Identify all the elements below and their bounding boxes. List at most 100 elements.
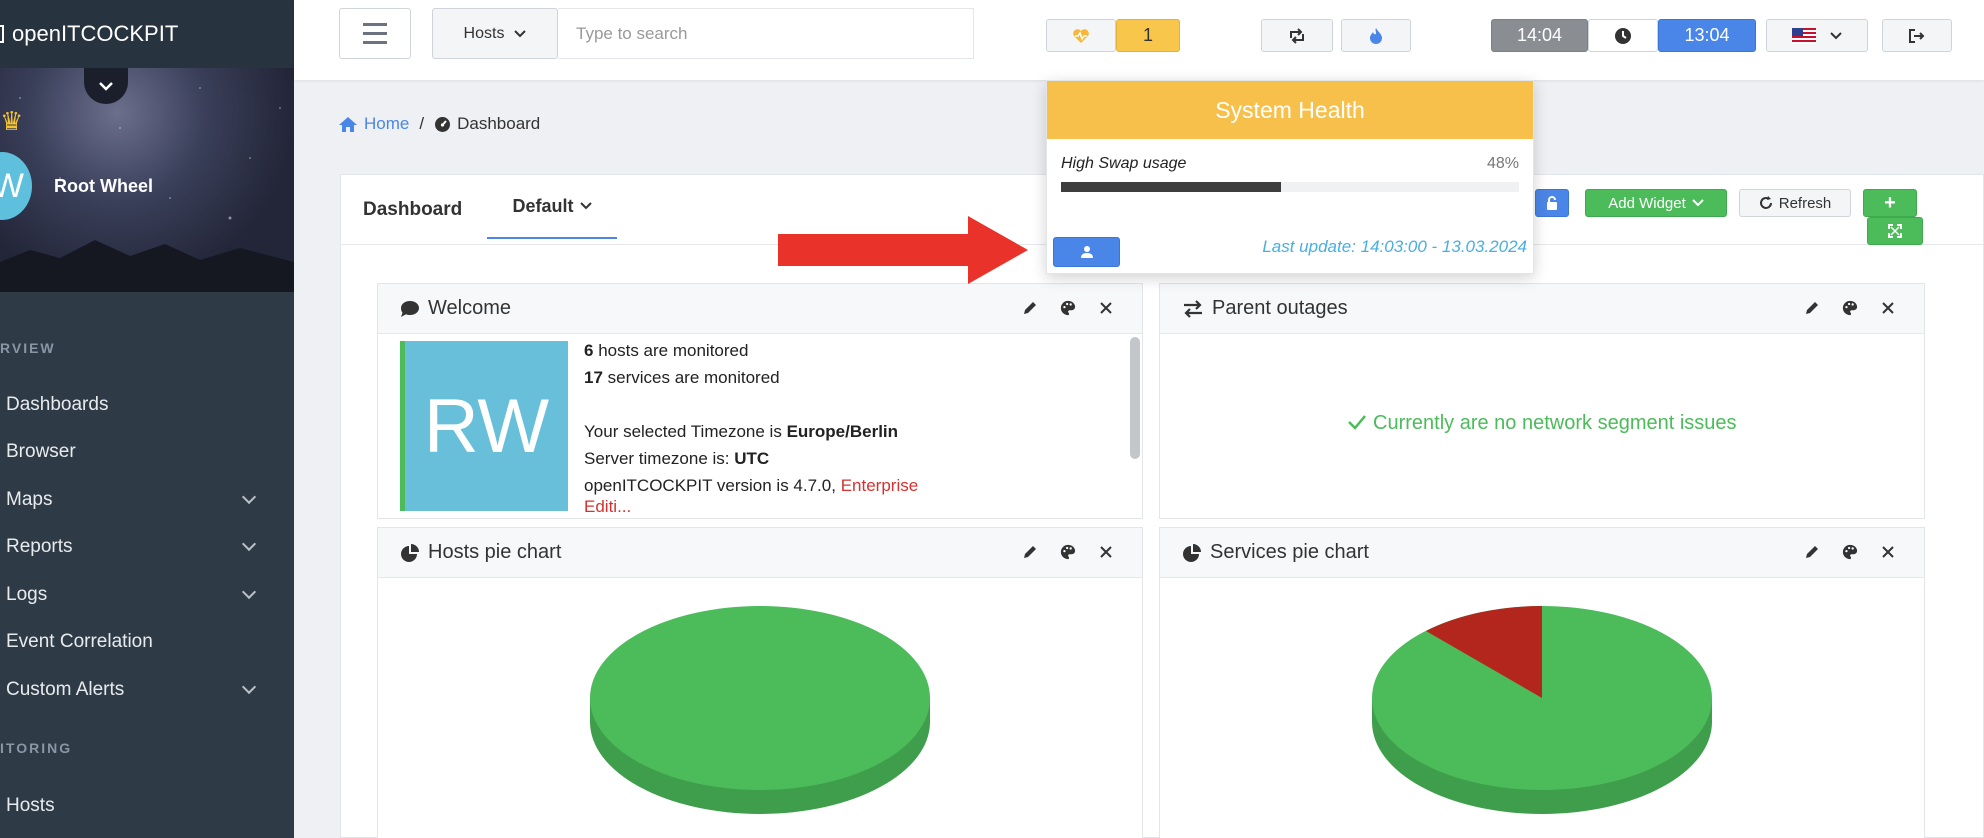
hosts-pie-widget: Hosts pie chart — [377, 527, 1143, 838]
widget-header: Welcome — [378, 284, 1142, 334]
edition-link[interactable]: Enterprise — [841, 476, 918, 495]
palette-icon[interactable] — [1842, 299, 1858, 317]
fire-button[interactable] — [1341, 19, 1411, 52]
welcome-body: RW 6 hosts are monitored 17 services are… — [378, 335, 1142, 519]
sidebar-item-hosts[interactable]: Hosts — [6, 786, 256, 826]
refresh-icon — [1759, 196, 1772, 209]
fullscreen-button[interactable] — [1867, 217, 1923, 245]
server-timezone-text: Server timezone is: — [584, 449, 730, 468]
palette-icon[interactable] — [1060, 543, 1076, 561]
system-health-title: System Health — [1047, 81, 1533, 139]
widget-title: Welcome — [428, 297, 511, 319]
swap-usage-row: High Swap usage 48% — [1061, 155, 1519, 173]
breadcrumb-home-label: Home — [364, 114, 410, 133]
pencil-icon[interactable] — [1804, 299, 1820, 317]
sidebar-item-event-correlation[interactable]: Event Correlation — [6, 622, 256, 662]
system-health-button[interactable] — [1046, 19, 1116, 52]
health-count-badge[interactable]: 1 — [1116, 19, 1180, 52]
logout-button[interactable] — [1882, 19, 1952, 52]
tab-default[interactable]: Default — [487, 175, 617, 239]
close-icon[interactable] — [1880, 543, 1896, 561]
dashboard-gauge-icon — [435, 116, 451, 132]
sidebar-item-custom-alerts[interactable]: Custom Alerts — [6, 670, 257, 710]
welcome-scrollbar[interactable] — [1130, 337, 1140, 459]
retweet-icon — [1290, 27, 1304, 44]
add-tab-button[interactable]: + — [1863, 189, 1917, 217]
close-icon[interactable] — [1880, 299, 1896, 317]
us-flag-icon — [1792, 27, 1816, 44]
sync-button[interactable] — [1261, 19, 1333, 52]
search-input[interactable]: Type to search — [558, 8, 974, 59]
timezone-value: Europe/Berlin — [786, 422, 899, 441]
swap-usage-label: High Swap usage — [1061, 155, 1187, 172]
sidebar-item-label: Browser — [6, 441, 76, 462]
pie-chart-icon — [1183, 543, 1201, 562]
sign-out-icon — [1909, 28, 1925, 43]
home-icon — [339, 116, 357, 132]
brand[interactable]: openITCOCKPIT — [0, 0, 294, 68]
exchange-icon — [1184, 299, 1202, 318]
logo-icon — [0, 25, 4, 43]
user-button[interactable] — [1053, 237, 1120, 267]
unlock-icon — [1547, 196, 1557, 210]
breadcrumb-home[interactable]: Home — [338, 114, 409, 134]
sidebar-item-label: Custom Alerts — [6, 679, 125, 700]
expand-icon — [1888, 224, 1902, 238]
pencil-icon[interactable] — [1022, 299, 1038, 317]
sidebar: openITCOCKPIT ♛ W Root Wheel RVIEW Dashb… — [0, 0, 294, 838]
add-widget-button[interactable]: Add Widget — [1585, 189, 1727, 217]
close-icon[interactable] — [1098, 299, 1114, 317]
pencil-icon[interactable] — [1022, 543, 1038, 561]
refresh-label: Refresh — [1778, 194, 1832, 212]
sidebar-item-label: Dashboards — [6, 394, 109, 415]
sidebar-item-dashboards[interactable]: Dashboards — [6, 385, 256, 425]
search-scope-dropdown[interactable]: Hosts — [432, 8, 558, 59]
services-pie-chart[interactable] — [1370, 602, 1714, 818]
close-icon[interactable] — [1098, 543, 1114, 561]
breadcrumb: Home / Dashboard — [338, 114, 540, 134]
local-time-display: 14:04 — [1491, 19, 1588, 52]
dashboard-title: Dashboard — [363, 199, 463, 220]
widget-header: Parent outages — [1160, 284, 1924, 334]
sidebar-item-label: Maps — [6, 489, 53, 510]
sidebar-item-browser[interactable]: Browser — [6, 432, 256, 472]
services-text: services are monitored — [607, 368, 780, 387]
services-pie-widget: Services pie chart — [1159, 527, 1925, 838]
sidebar-item-reports[interactable]: Reports — [6, 527, 257, 567]
chevron-down-icon — [579, 202, 592, 210]
sidebar-item-label: Event Correlation — [6, 631, 153, 652]
user-name[interactable]: Root Wheel — [54, 176, 153, 197]
pie-slice-up[interactable] — [590, 606, 930, 790]
swap-usage-progress — [1061, 182, 1519, 192]
sidebar-item-label: Hosts — [6, 795, 55, 816]
pencil-icon[interactable] — [1804, 543, 1820, 561]
sidebar-item-logs[interactable]: Logs — [6, 575, 257, 615]
plus-icon: + — [1884, 191, 1896, 214]
unlock-button[interactable] — [1535, 189, 1569, 217]
sidebar-item-label: Reports — [6, 536, 73, 557]
no-outages-text: Currently are no network segment issues — [1373, 412, 1737, 434]
check-icon — [1348, 415, 1367, 430]
mountain-silhouette — [0, 240, 294, 292]
language-dropdown[interactable] — [1766, 19, 1868, 52]
chevron-down-icon — [99, 82, 113, 91]
clock-icon — [1615, 27, 1631, 44]
chevron-down-icon — [241, 679, 257, 695]
clock-button[interactable] — [1588, 19, 1658, 52]
widget-title: Services pie chart — [1210, 541, 1369, 563]
sidebar-item-maps[interactable]: Maps — [6, 480, 257, 520]
add-widget-label: Add Widget — [1608, 194, 1686, 212]
server-time-display: 13:04 — [1658, 19, 1756, 52]
palette-icon[interactable] — [1060, 299, 1076, 317]
nav-section-monitoring: ITORING — [0, 740, 73, 756]
menu-toggle-button[interactable] — [339, 8, 411, 59]
breadcrumb-separator: / — [419, 114, 425, 133]
topbar: Hosts Type to search 1 14:04 13:04 — [294, 0, 1984, 80]
pie-chart-icon — [401, 543, 419, 562]
system-health-popup: System Health High Swap usage 48% Last u… — [1046, 80, 1534, 274]
services-count: 17 — [584, 368, 603, 387]
search-scope-label: Hosts — [463, 24, 505, 42]
palette-icon[interactable] — [1842, 543, 1858, 561]
hosts-pie-chart[interactable] — [588, 602, 932, 818]
refresh-button[interactable]: Refresh — [1739, 189, 1851, 217]
